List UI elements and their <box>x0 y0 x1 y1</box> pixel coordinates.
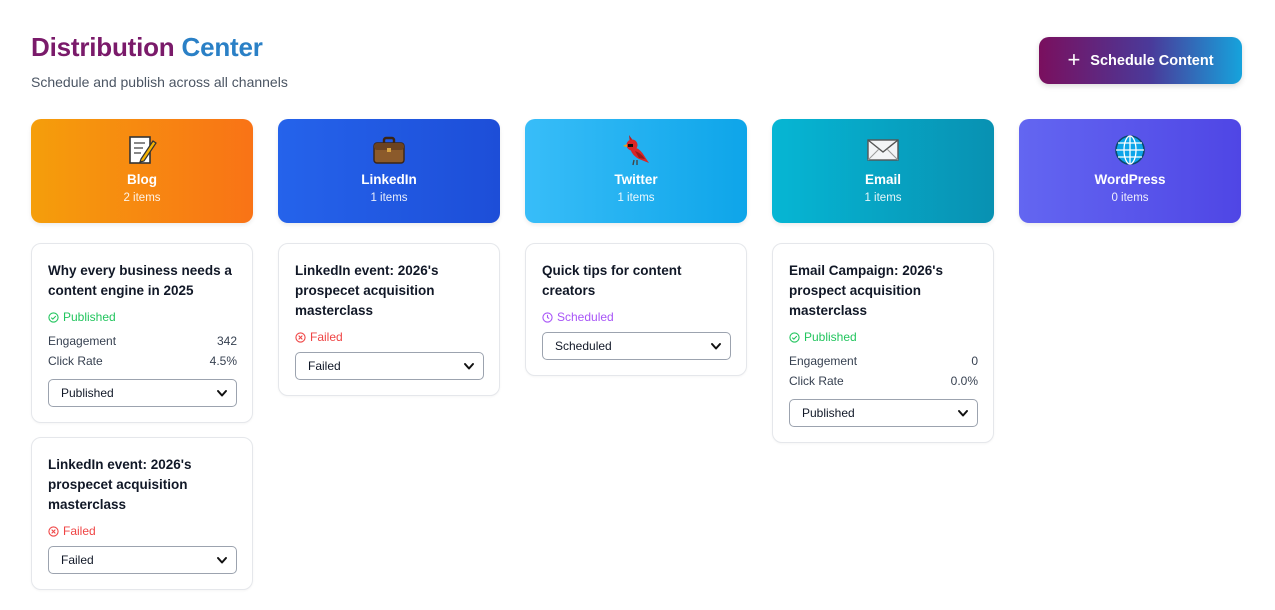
chevron-down-icon <box>216 554 228 566</box>
metrics: Engagement 0 Click Rate 0.0% <box>789 351 978 391</box>
status-select[interactable]: Failed <box>48 546 237 574</box>
content-card-title: Quick tips for content creators <box>542 263 682 298</box>
scheduled-status-icon <box>542 311 553 323</box>
failed-status-icon <box>295 331 306 343</box>
metric-label: Engagement <box>48 334 117 348</box>
status-badge: Scheduled <box>542 310 731 324</box>
channel-blog-tile[interactable]: Blog 2 items <box>31 119 253 223</box>
metrics: Engagement 342 Click Rate 4.5% <box>48 331 237 371</box>
chevron-down-icon <box>216 387 228 399</box>
content-card-title: Why every business needs a content engin… <box>48 263 232 298</box>
metric-value: 4.5% <box>209 354 237 368</box>
metric-value: 342 <box>216 334 237 348</box>
status-badge: Failed <box>295 330 484 344</box>
channel-item-count: 1 items <box>864 192 902 204</box>
status-label: Published <box>804 330 857 344</box>
channel-item-count: 1 items <box>617 192 655 204</box>
status-select-value: Failed <box>308 359 341 373</box>
status-badge: Published <box>789 330 978 344</box>
page-title-part1: Distribution <box>31 32 175 62</box>
channel-name: LinkedIn <box>361 172 417 187</box>
metric-row: Click Rate 0.0% <box>789 371 978 391</box>
status-label: Published <box>63 310 116 324</box>
status-select-value: Failed <box>61 553 94 567</box>
channel-email-tile[interactable]: Email 1 items <box>772 119 994 223</box>
status-select-value: Published <box>61 386 114 400</box>
status-label: Failed <box>63 524 96 538</box>
page-subtitle: Schedule and publish across all channels <box>31 74 288 90</box>
content-card: LinkedIn event: 2026's prospecet acquisi… <box>31 437 253 590</box>
channel-columns: Blog 2 items Why every business needs a co… <box>31 119 1241 590</box>
status-badge: Failed <box>48 524 237 538</box>
schedule-content-label: Schedule Content <box>1090 52 1214 69</box>
channel-name: WordPress <box>1094 172 1166 187</box>
channel-column: LinkedIn 1 items LinkedIn event: 2026's pr… <box>278 119 500 590</box>
envelope-icon <box>866 133 900 167</box>
content-card: Quick tips for content creators Scheduled… <box>525 243 747 376</box>
metric-row: Engagement 342 <box>48 331 237 351</box>
channel-name: Twitter <box>614 172 658 187</box>
content-card: LinkedIn event: 2026's prospecet acquisi… <box>278 243 500 396</box>
channel-linkedin-tile[interactable]: LinkedIn 1 items <box>278 119 500 223</box>
metric-label: Click Rate <box>789 374 844 388</box>
content-card-title: Email Campaign: 2026's prospect acquisit… <box>789 263 944 318</box>
chevron-down-icon <box>710 340 722 352</box>
channel-wordpress-tile[interactable]: WordPress 0 items <box>1019 119 1241 223</box>
status-label: Scheduled <box>557 310 614 324</box>
status-select[interactable]: Failed <box>295 352 484 380</box>
bird-icon <box>621 133 651 167</box>
channel-item-count: 0 items <box>1111 192 1149 204</box>
status-select[interactable]: Scheduled <box>542 332 731 360</box>
channel-column: Email 1 items Email Campaign: 2026's prosp… <box>772 119 994 590</box>
page-title: Distribution Center <box>31 30 288 64</box>
status-select[interactable]: Published <box>48 379 237 407</box>
status-select-value: Published <box>802 406 855 420</box>
globe-icon <box>1114 133 1146 167</box>
channel-column: WordPress 0 items <box>1019 119 1241 590</box>
content-card-title: LinkedIn event: 2026's prospecet acquisi… <box>48 457 192 512</box>
metric-value: 0 <box>971 354 978 368</box>
chevron-down-icon <box>957 407 969 419</box>
status-label: Failed <box>310 330 343 344</box>
plus-icon: + <box>1067 46 1081 72</box>
content-card: Why every business needs a content engin… <box>31 243 253 423</box>
metric-value: 0.0% <box>950 374 978 388</box>
status-badge: Published <box>48 310 237 324</box>
memo-icon <box>127 133 157 167</box>
channel-column: Blog 2 items Why every business needs a co… <box>31 119 253 590</box>
briefcase-icon <box>372 133 406 167</box>
channel-item-count: 2 items <box>123 192 161 204</box>
chevron-down-icon <box>463 360 475 372</box>
metric-row: Engagement 0 <box>789 351 978 371</box>
channel-twitter-tile[interactable]: Twitter 1 items <box>525 119 747 223</box>
channel-name: Email <box>864 172 902 187</box>
published-status-icon <box>789 331 800 343</box>
status-select[interactable]: Published <box>789 399 978 427</box>
metric-label: Engagement <box>789 354 858 368</box>
page-title-part2: Center <box>181 32 263 62</box>
status-select-value: Scheduled <box>555 339 612 353</box>
channel-name: Blog <box>127 172 157 187</box>
content-card-title: LinkedIn event: 2026's prospecet acquisi… <box>295 263 439 318</box>
schedule-content-button[interactable]: + Schedule Content <box>1039 37 1242 84</box>
channel-item-count: 1 items <box>370 192 408 204</box>
published-status-icon <box>48 311 59 323</box>
failed-status-icon <box>48 525 59 537</box>
metric-label: Click Rate <box>48 354 103 368</box>
page-header: Distribution Center Schedule and publish… <box>31 30 288 90</box>
content-card: Email Campaign: 2026's prospect acquisit… <box>772 243 994 443</box>
metric-row: Click Rate 4.5% <box>48 351 237 371</box>
channel-column: Twitter 1 items Quick tips for content cre… <box>525 119 747 590</box>
